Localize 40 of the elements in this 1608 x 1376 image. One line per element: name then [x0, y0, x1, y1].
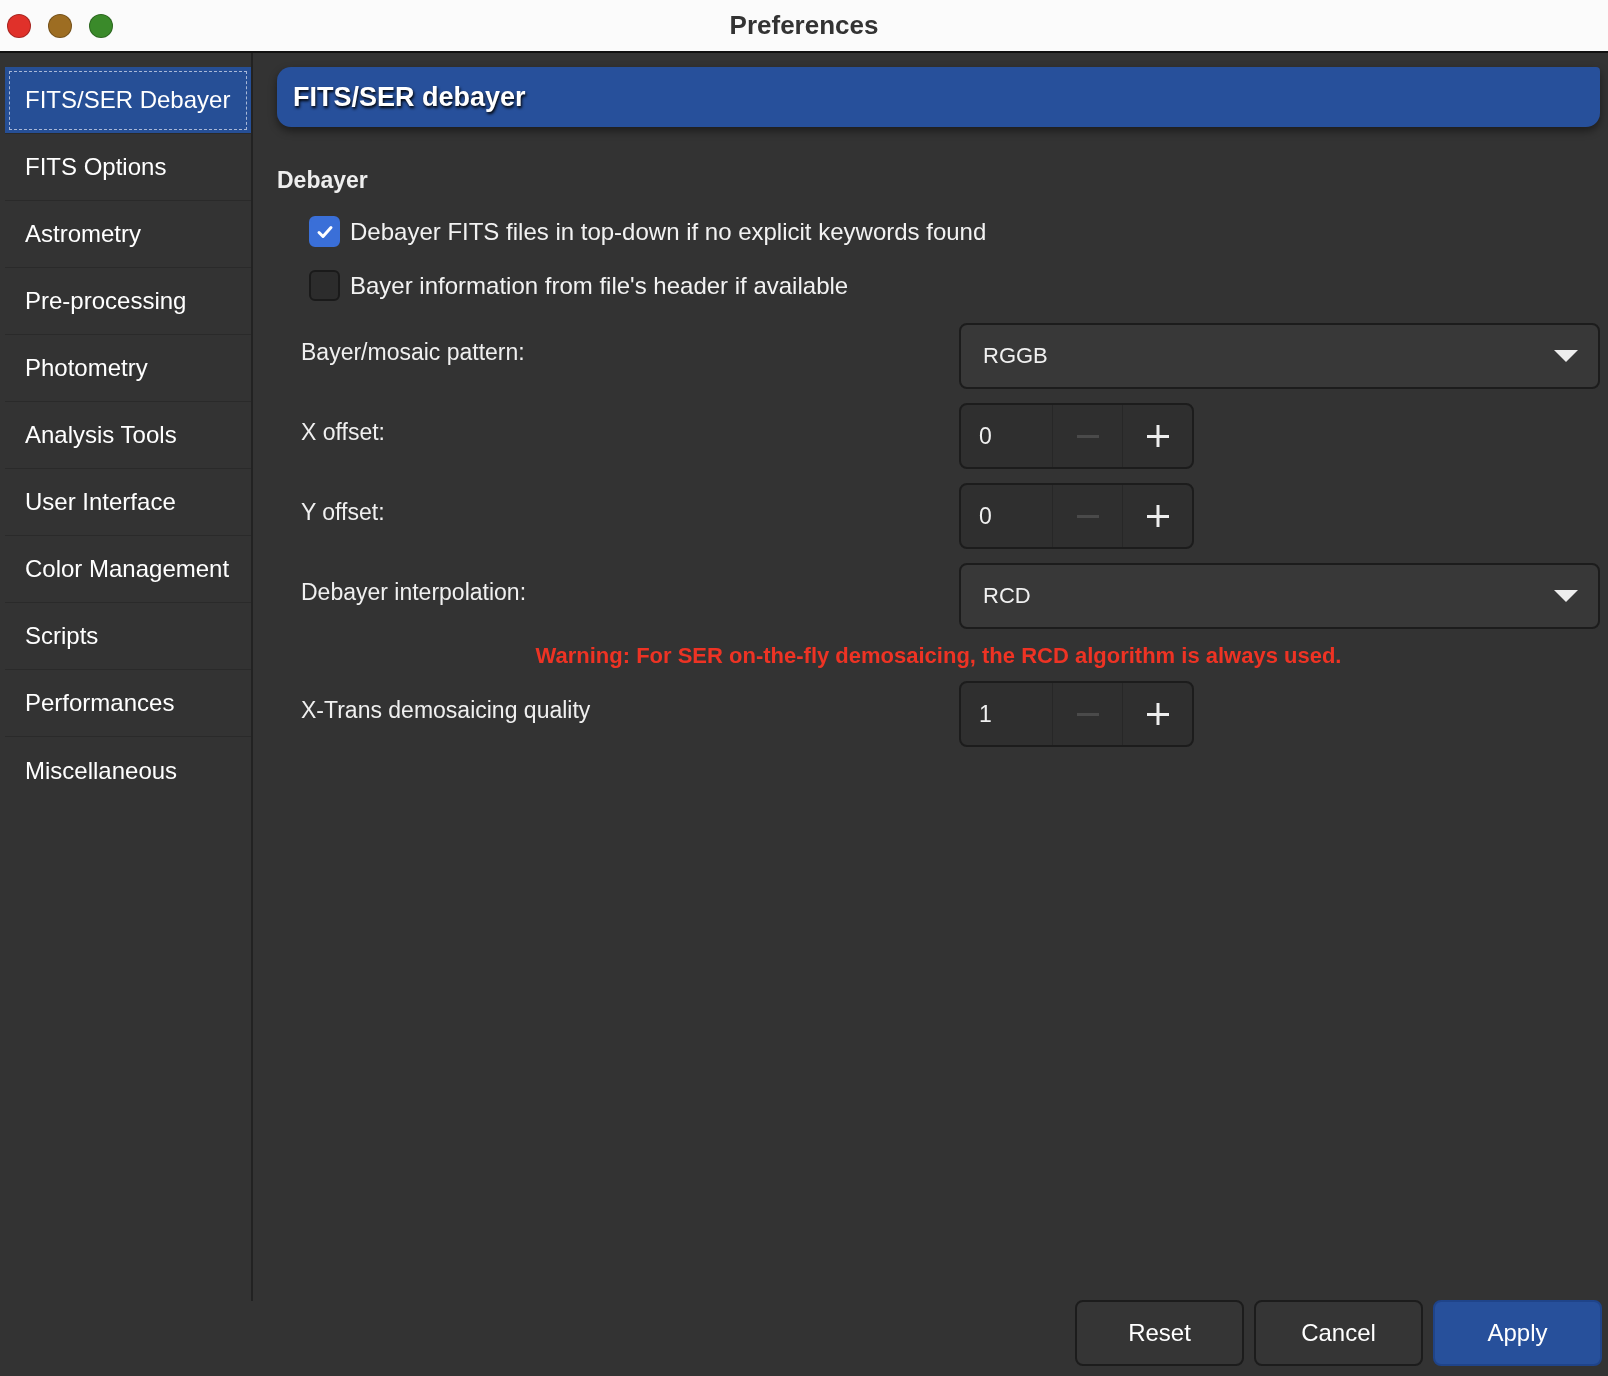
checkbox[interactable]: [309, 216, 340, 247]
sidebar-item[interactable]: Photometry: [5, 335, 251, 402]
checkbox-label: Bayer information from file's header if available: [350, 271, 849, 300]
field-label: Y offset:: [300, 498, 386, 526]
field-label: Debayer interpolation:: [300, 578, 528, 606]
dialog-button[interactable]: Cancel: [1254, 1300, 1423, 1366]
spin-box[interactable]: 1: [959, 681, 1194, 747]
sidebar-item[interactable]: Scripts: [5, 603, 251, 670]
close-button[interactable]: [7, 13, 31, 38]
sidebar-item[interactable]: FITS/SER Debayer: [5, 67, 251, 134]
zoom-button[interactable]: [89, 13, 113, 38]
dropdown[interactable]: RGGB: [959, 323, 1600, 389]
dialog-button[interactable]: Apply: [1433, 1300, 1602, 1366]
field-label: Bayer/mosaic pattern:: [300, 338, 526, 366]
plus-icon: [1146, 505, 1169, 527]
warning-text: Warning: For SER on-the-fly demosaicing, the RCD algorithm is always used.: [535, 643, 1342, 669]
caret-icon: [1554, 590, 1578, 602]
field-label: X-Trans demosaicing quality: [300, 696, 592, 724]
plus-icon: [1146, 703, 1169, 725]
page-header: FITS/SER debayer: [277, 67, 1600, 127]
sidebar-item[interactable]: User Interface: [5, 469, 251, 536]
sidebar-item[interactable]: Performances: [5, 670, 251, 737]
caret-icon: [1554, 350, 1578, 362]
sidebar-item[interactable]: Analysis Tools: [5, 402, 251, 469]
checkbox-label: Debayer FITS files in top-down if no explicit keywords found: [350, 217, 987, 246]
spin-box[interactable]: 0: [959, 403, 1194, 469]
sidebar-item[interactable]: Miscellaneous: [5, 737, 251, 804]
dialog-button[interactable]: Reset: [1075, 1300, 1244, 1366]
sidebar-item[interactable]: Astrometry: [5, 201, 251, 268]
dropdown[interactable]: RCD: [959, 563, 1600, 629]
sidebar-item[interactable]: FITS Options: [5, 134, 251, 201]
checkbox[interactable]: [309, 270, 340, 301]
window-title: Preferences: [729, 10, 879, 41]
plus-icon: [1146, 425, 1169, 447]
section-heading: Debayer: [277, 167, 368, 194]
minimize-button[interactable]: [48, 13, 72, 38]
sidebar-item[interactable]: Pre-processing: [5, 268, 251, 335]
sidebar-item[interactable]: Color Management: [5, 536, 251, 603]
field-label: X offset:: [300, 418, 386, 446]
spin-box[interactable]: 0: [959, 483, 1194, 549]
